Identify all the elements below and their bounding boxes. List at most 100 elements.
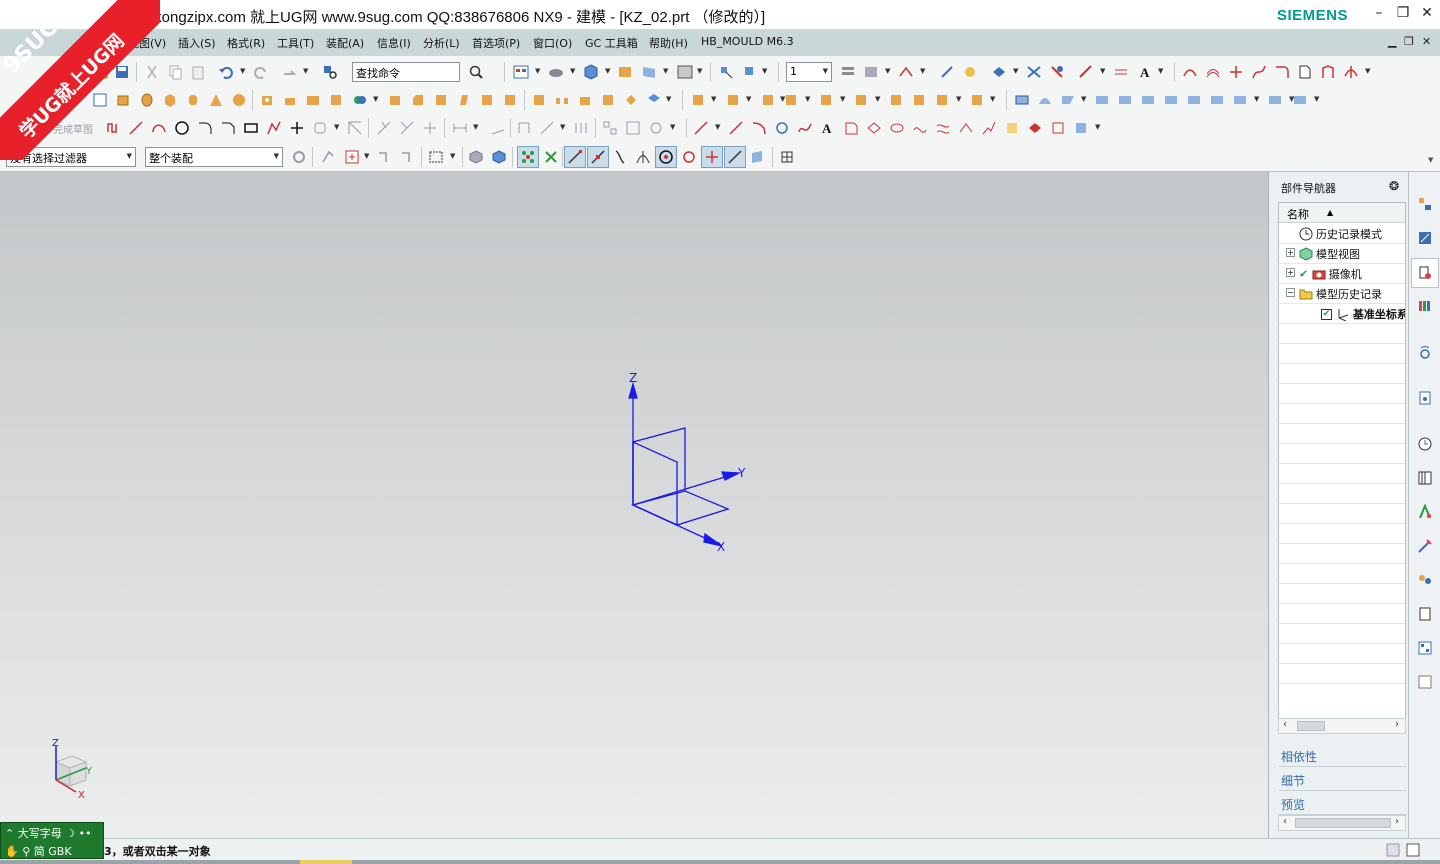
surface-offset-icon[interactable] — [1140, 92, 1156, 108]
view-layout-icon[interactable] — [513, 64, 529, 80]
arc-icon[interactable] — [151, 120, 167, 136]
manufacturing-wizards-icon[interactable] — [1417, 538, 1433, 554]
doc-close-button[interactable]: ✕ — [1422, 35, 1431, 48]
intersect-curve-icon[interactable] — [1228, 64, 1244, 80]
silhouette-icon[interactable] — [1050, 120, 1066, 136]
tree-node-history-mode[interactable]: 历史记录模式 — [1299, 226, 1382, 244]
clip-view-icon[interactable] — [742, 64, 758, 80]
web-browser-icon[interactable] — [1417, 390, 1433, 406]
scroll-left-icon[interactable]: ‹ — [1283, 816, 1287, 827]
polygon-icon[interactable] — [266, 120, 282, 136]
shadow-outline-icon[interactable] — [1027, 120, 1043, 136]
menu-assembly[interactable]: 装配(A) — [326, 35, 364, 51]
trim-body-icon[interactable] — [479, 92, 495, 108]
general-selection-icon[interactable] — [344, 149, 360, 165]
offset-curve-icon[interactable] — [1205, 64, 1221, 80]
revolve-icon[interactable] — [139, 92, 155, 108]
quick-extend-icon[interactable] — [376, 120, 392, 136]
trim-sheet-icon[interactable] — [1186, 92, 1202, 108]
show-constraints-icon[interactable] — [573, 120, 589, 136]
search-input[interactable]: 查找命令 — [352, 62, 460, 82]
system-materials-icon[interactable] — [1417, 470, 1433, 486]
tree-node-datum-csys[interactable]: ✔ 基准坐标系 — [1321, 306, 1405, 324]
datum-plane-icon[interactable] — [646, 92, 662, 108]
existing-point-icon[interactable] — [704, 149, 720, 165]
copy-icon[interactable] — [167, 64, 183, 80]
section-preview[interactable]: 预览 — [1281, 796, 1305, 813]
replace-face-icon[interactable] — [783, 92, 799, 108]
sew-icon[interactable] — [1163, 92, 1179, 108]
linked-face-icon[interactable] — [888, 92, 904, 108]
point-icon[interactable] — [289, 120, 305, 136]
polygon-3d-icon[interactable] — [866, 120, 882, 136]
offset-face-icon[interactable] — [577, 92, 593, 108]
restore-button[interactable]: ❐ — [1394, 4, 1412, 22]
finish-sketch-label[interactable]: 完成草图 — [53, 121, 93, 136]
render-style-icon[interactable] — [548, 64, 564, 80]
tree-node-model-history[interactable]: − 模型历史记录 — [1286, 286, 1382, 304]
doc-restore-button[interactable]: ❐ — [1404, 35, 1414, 48]
shell-icon[interactable] — [433, 92, 449, 108]
fillet-curve-icon[interactable] — [1274, 64, 1290, 80]
intersection-point-icon[interactable] — [635, 149, 651, 165]
close-button[interactable]: ✕ — [1418, 4, 1436, 22]
extract-geometry-icon[interactable] — [623, 92, 639, 108]
line-3d-icon[interactable] — [728, 120, 744, 136]
composite-curve-icon[interactable] — [981, 120, 997, 136]
scroll-thumb[interactable] — [1295, 818, 1391, 828]
chamfer-sketch-icon[interactable] — [220, 120, 236, 136]
chamfer-icon[interactable] — [410, 92, 426, 108]
thicken-icon[interactable] — [600, 92, 616, 108]
combined-projection-icon[interactable] — [958, 120, 974, 136]
menu-format[interactable]: 格式(R) — [227, 35, 265, 51]
spline-icon[interactable] — [797, 120, 813, 136]
quick-trim-icon[interactable] — [347, 120, 363, 136]
snap-view-icon[interactable] — [718, 64, 734, 80]
snap-point-icon[interactable] — [520, 149, 536, 165]
infer-constraints-icon[interactable] — [625, 120, 641, 136]
boss-icon[interactable] — [282, 92, 298, 108]
fillet-icon[interactable] — [197, 120, 213, 136]
navigator-pin-icon[interactable]: ❂ — [1389, 179, 1399, 193]
optimize-face-icon[interactable] — [969, 92, 985, 108]
menu-hb-mould[interactable]: HB_MOULD M6.3 — [701, 35, 794, 48]
constraint-navigator-icon[interactable] — [1417, 230, 1433, 246]
hole-icon[interactable] — [259, 92, 275, 108]
synchronous-icon[interactable] — [853, 92, 869, 108]
menu-information[interactable]: 信息(I) — [377, 35, 411, 51]
expand-toggle[interactable]: + — [1286, 268, 1295, 277]
text-icon[interactable]: A — [820, 120, 836, 136]
alternate-solution-icon[interactable] — [602, 120, 618, 136]
work-layer-select[interactable]: 1 ▼ — [786, 62, 832, 82]
edge-blend-icon[interactable] — [387, 92, 403, 108]
resize-blend-icon[interactable] — [818, 92, 834, 108]
panel-horizontal-scrollbar[interactable]: ‹ › — [1278, 815, 1406, 831]
swept-icon[interactable] — [1060, 92, 1076, 108]
process-studio-icon[interactable] — [1417, 504, 1433, 520]
expand-toggle[interactable]: + — [1286, 248, 1295, 257]
line-icon[interactable] — [128, 120, 144, 136]
move-to-layer-icon[interactable] — [898, 64, 914, 80]
palette-icon[interactable] — [1417, 640, 1433, 656]
relax-dimensions-icon[interactable] — [648, 120, 664, 136]
wrap-curve-icon[interactable] — [1004, 120, 1020, 136]
split-body-icon[interactable] — [502, 92, 518, 108]
quadrant-point-icon[interactable] — [681, 149, 697, 165]
menu-analysis[interactable]: 分析(L) — [423, 35, 460, 51]
select-solid-icon[interactable] — [491, 149, 507, 165]
mirror-feature-icon[interactable] — [531, 92, 547, 108]
section-curve-icon[interactable] — [1182, 64, 1198, 80]
helix-icon[interactable] — [774, 120, 790, 136]
label-notch-icon[interactable] — [934, 92, 950, 108]
extend-sheet-icon[interactable] — [1209, 92, 1225, 108]
pattern-feature-icon[interactable] — [554, 92, 570, 108]
constraint-icon[interactable] — [490, 120, 506, 136]
wcs-orient-icon[interactable] — [962, 64, 978, 80]
x-form-icon[interactable] — [1267, 92, 1283, 108]
extrude-icon[interactable] — [115, 92, 131, 108]
cylinder-icon[interactable] — [185, 92, 201, 108]
part-navigator-icon[interactable] — [1417, 265, 1433, 281]
rapid-dimension-icon[interactable] — [452, 120, 468, 136]
menu-help[interactable]: 帮助(H) — [649, 35, 688, 51]
control-point-icon[interactable] — [612, 149, 628, 165]
